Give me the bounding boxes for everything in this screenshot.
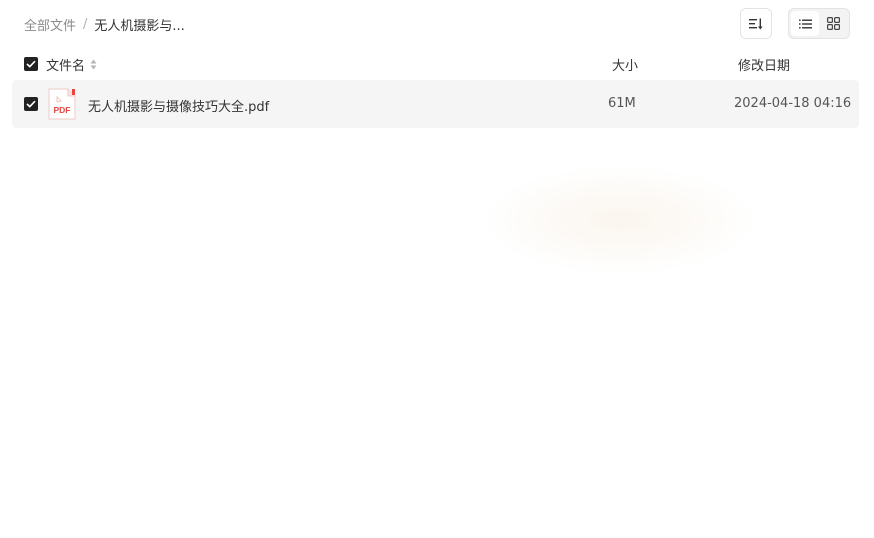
breadcrumb-separator: / — [83, 16, 88, 32]
sort-caret-icon[interactable] — [90, 59, 97, 70]
list-view-icon — [798, 19, 812, 28]
select-all-checkbox[interactable] — [24, 57, 38, 71]
column-size-header[interactable]: 大小 — [612, 55, 638, 74]
row-checkbox[interactable] — [24, 97, 38, 111]
file-name[interactable]: 无人机摄影与摄像技巧大全.pdf — [88, 96, 269, 115]
grid-view-icon — [826, 17, 840, 30]
checkmark-icon — [26, 60, 36, 68]
file-browser: 全部文件 / 无人机摄影与... 文件名 大小 修改日期 PDF 无人机摄影与摄… — [0, 0, 874, 538]
checkmark-icon — [26, 100, 36, 108]
sort-list-icon — [749, 18, 763, 29]
pdf-file-icon: PDF — [48, 88, 76, 120]
column-date-header[interactable]: 修改日期 — [738, 55, 790, 74]
view-toggle — [788, 8, 850, 39]
pdf-icon-label: PDF — [54, 105, 71, 115]
background-glow — [480, 165, 760, 275]
sort-button[interactable] — [740, 8, 772, 39]
list-view-button[interactable] — [791, 11, 819, 36]
breadcrumb: 全部文件 / 无人机摄影与... — [24, 14, 185, 34]
column-name-header[interactable]: 文件名 — [46, 55, 97, 74]
breadcrumb-current: 无人机摄影与... — [94, 18, 185, 34]
breadcrumb-root[interactable]: 全部文件 — [24, 15, 76, 34]
table-row[interactable]: PDF 无人机摄影与摄像技巧大全.pdf 61M 2024-04-18 04:1… — [12, 80, 859, 128]
file-size: 61M — [608, 96, 636, 111]
column-name-label: 文件名 — [46, 59, 86, 74]
table-header: 文件名 大小 修改日期 — [12, 50, 859, 78]
grid-view-button[interactable] — [819, 11, 847, 36]
file-date: 2024-04-18 04:16 — [734, 96, 852, 111]
